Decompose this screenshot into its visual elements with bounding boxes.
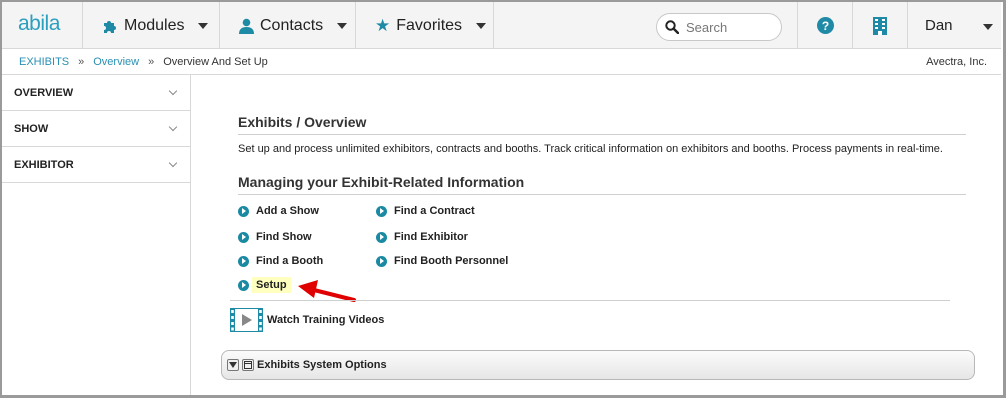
sidebar: OVERVIEW SHOW EXHIBITOR (2, 75, 191, 395)
nav-divider (219, 2, 220, 49)
system-options-label: Exhibits System Options (257, 359, 387, 371)
breadcrumb-exhibits[interactable]: EXHIBITS (19, 56, 69, 68)
section-divider (238, 194, 966, 195)
modules-menu[interactable]: Modules (102, 2, 209, 49)
link-label: Find a Booth (256, 255, 324, 267)
breadcrumb-current: Overview And Set Up (163, 56, 268, 68)
nav-divider (493, 2, 494, 49)
find-booth-link[interactable]: Find a Booth (238, 255, 323, 267)
breadcrumb: EXHIBITS » Overview » Overview And Set U… (19, 56, 268, 68)
organization-button[interactable] (853, 2, 907, 49)
top-navigation-bar: abila Modules Contacts ★ Favorites ? (2, 2, 1001, 49)
abila-logo[interactable]: abila (18, 12, 60, 36)
svg-text:?: ? (821, 19, 828, 33)
title-divider (238, 134, 966, 135)
person-icon (239, 18, 254, 34)
help-icon: ? (816, 17, 834, 34)
link-label: Add a Show (256, 205, 319, 217)
expand-toggle-button[interactable] (227, 359, 239, 371)
star-icon: ★ (375, 15, 391, 35)
find-booth-personnel-link[interactable]: Find Booth Personnel (376, 255, 508, 267)
arrow-circle-icon (376, 231, 387, 243)
arrow-circle-icon (376, 255, 387, 267)
main-content: Exhibits / Overview Set up and process u… (192, 76, 1000, 394)
search-box[interactable] (656, 13, 782, 41)
setup-link[interactable]: Setup (238, 277, 291, 293)
nav-divider (355, 2, 356, 49)
contacts-label: Contacts (260, 16, 324, 34)
organization-name: Avectra, Inc. (926, 56, 987, 68)
link-label: Find Booth Personnel (394, 255, 509, 267)
chevron-down-icon (198, 22, 209, 29)
chevron-down-icon (168, 158, 178, 168)
find-exhibitor-link[interactable]: Find Exhibitor (376, 231, 468, 243)
logo-text: abila (18, 12, 60, 35)
section-title: Managing your Exhibit-Related Informatio… (238, 174, 525, 190)
chevron-down-icon (476, 22, 487, 29)
favorites-label: Favorites (396, 16, 463, 34)
links-divider (230, 300, 950, 301)
arrow-circle-icon (238, 279, 249, 291)
chevron-down-icon (168, 86, 178, 96)
sidebar-item-label: OVERVIEW (14, 86, 74, 99)
chevron-down-icon (337, 22, 348, 29)
arrow-circle-icon (238, 231, 249, 243)
find-show-link[interactable]: Find Show (238, 231, 312, 243)
triangle-down-icon (229, 362, 237, 368)
breadcrumb-separator: » (148, 56, 155, 68)
system-options-panel[interactable]: Exhibits System Options (221, 350, 975, 380)
window-icon[interactable] (242, 359, 254, 371)
chevron-down-icon (168, 122, 178, 132)
user-menu[interactable]: Dan (925, 2, 993, 49)
video-icon (230, 308, 263, 332)
sidebar-item-label: EXHIBITOR (14, 158, 74, 171)
sidebar-item-overview[interactable]: OVERVIEW (2, 75, 190, 111)
building-icon (873, 16, 887, 35)
arrow-circle-icon (238, 205, 249, 217)
nav-divider (907, 2, 908, 49)
arrow-circle-icon (238, 255, 249, 267)
link-label: Setup (252, 277, 291, 293)
chevron-down-icon (982, 23, 993, 30)
help-button[interactable]: ? (798, 2, 852, 49)
breadcrumb-separator: » (78, 56, 85, 68)
page-title: Exhibits / Overview (238, 114, 367, 130)
link-label: Find a Contract (394, 205, 475, 217)
link-label: Find Exhibitor (394, 231, 468, 243)
modules-label: Modules (124, 16, 185, 34)
sidebar-item-show[interactable]: SHOW (2, 111, 190, 147)
arrow-circle-icon (376, 205, 387, 217)
user-name: Dan (925, 17, 953, 34)
search-input[interactable] (684, 18, 774, 36)
sidebar-item-exhibitor[interactable]: EXHIBITOR (2, 147, 190, 183)
nav-divider (82, 2, 83, 49)
favorites-menu[interactable]: ★ Favorites (375, 2, 487, 49)
page-description: Set up and process unlimited exhibitors,… (238, 143, 943, 155)
breadcrumb-overview[interactable]: Overview (93, 56, 139, 68)
search-icon (665, 20, 679, 34)
puzzle-icon (102, 18, 118, 34)
link-label: Find Show (256, 231, 312, 243)
breadcrumb-bar: EXHIBITS » Overview » Overview And Set U… (2, 49, 1001, 75)
link-label: Watch Training Videos (267, 314, 385, 326)
annotation-arrow-icon (298, 280, 356, 302)
add-show-link[interactable]: Add a Show (238, 205, 319, 217)
find-contract-link[interactable]: Find a Contract (376, 205, 475, 217)
sidebar-item-label: SHOW (14, 122, 49, 135)
contacts-menu[interactable]: Contacts (239, 2, 348, 49)
watch-training-videos-link[interactable]: Watch Training Videos (230, 308, 384, 332)
